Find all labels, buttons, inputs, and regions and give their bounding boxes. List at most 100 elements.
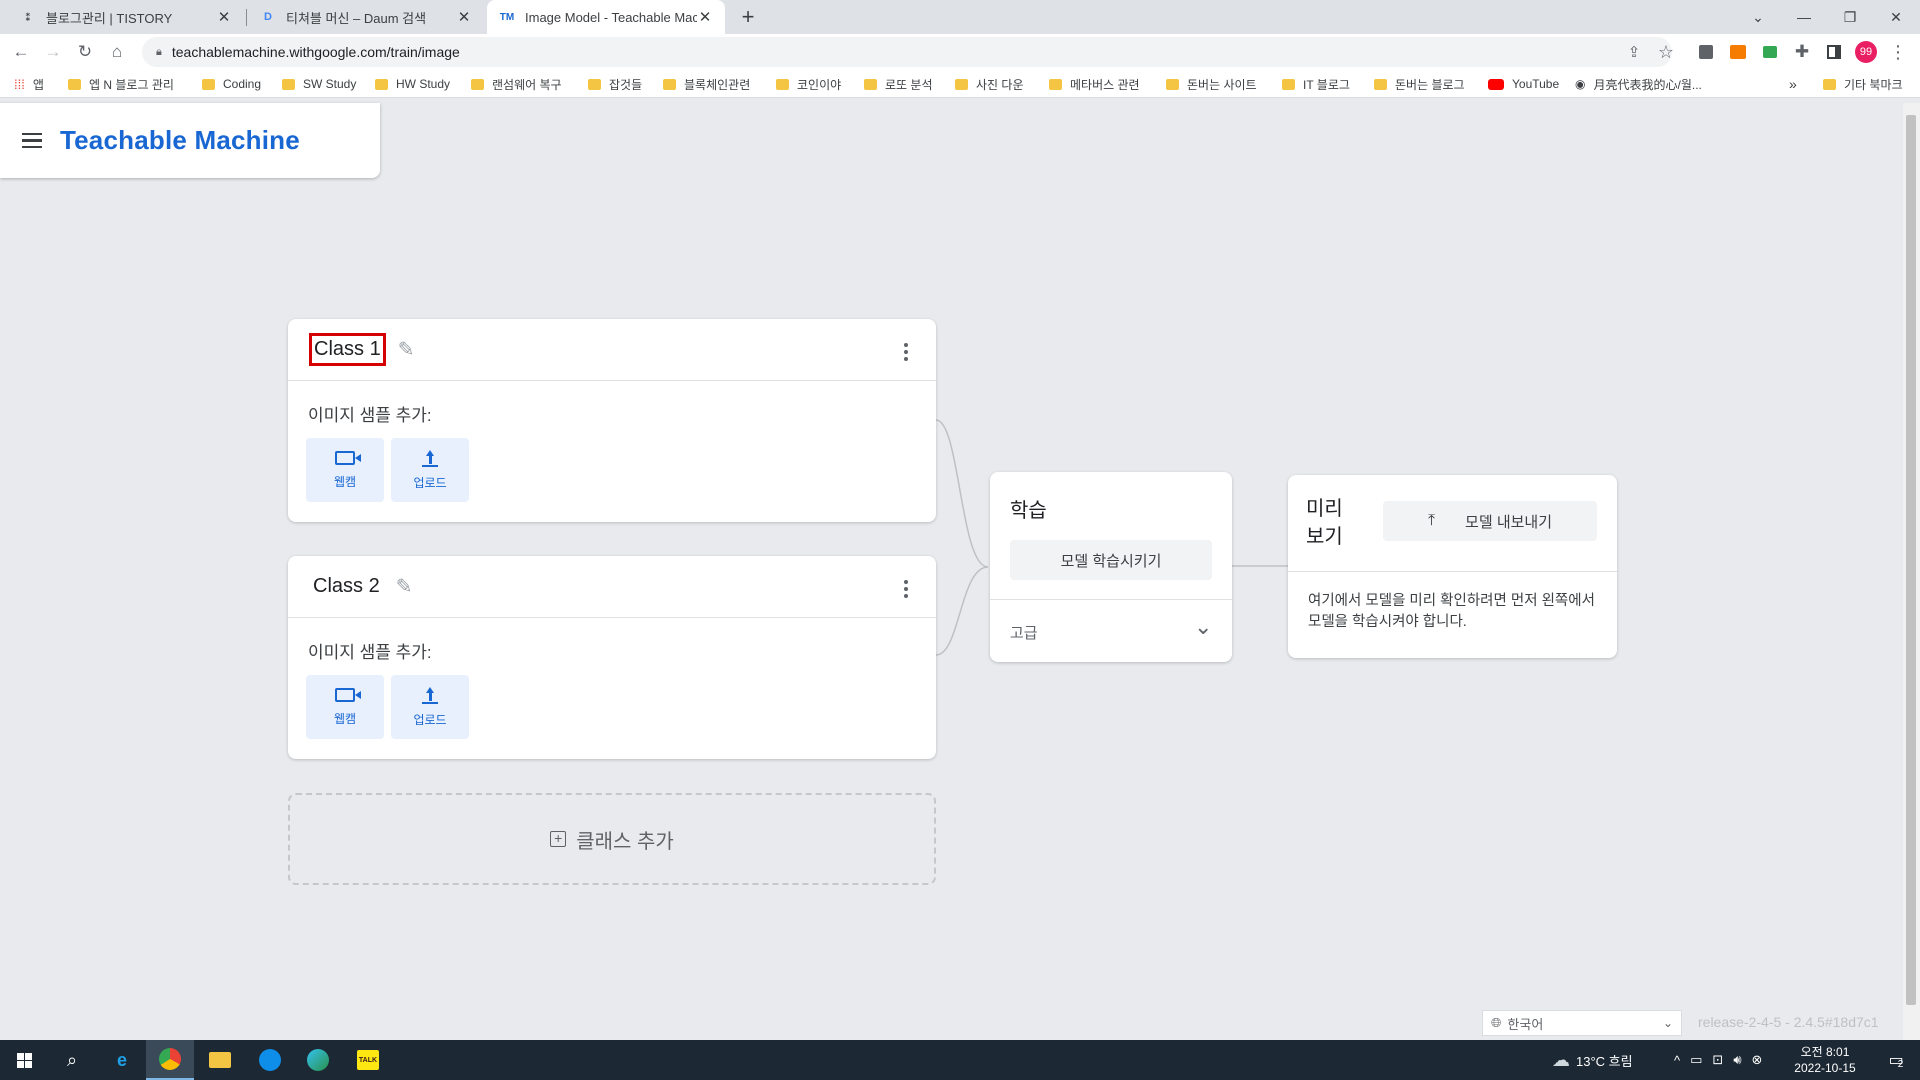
chevron-down-icon: ⌄ (1194, 614, 1213, 639)
extension-2-icon[interactable] (1726, 40, 1750, 64)
app-logo[interactable]: Teachable Machine (60, 125, 300, 156)
bookmark-folder[interactable]: Coding (202, 70, 261, 98)
close-tab-icon[interactable]: ✕ (697, 8, 713, 26)
url-text: teachablemachine.withgoogle.com/train/im… (171, 44, 460, 60)
kakaotalk-icon[interactable]: TALK (344, 1040, 392, 1080)
teamviewer-icon[interactable] (246, 1040, 294, 1080)
bookmark-folder[interactable]: HW Study (375, 70, 450, 98)
weather-widget[interactable]: ☁ 13°C 흐림 (1552, 1040, 1633, 1080)
tab-daum-search[interactable]: D 티쳐블 머신 – Daum 검색 ✕ (248, 0, 484, 34)
release-version: release-2-4-5 - 2.4.5#18d7c1 (1698, 1014, 1879, 1030)
pencil-edit-icon[interactable]: ✎ (396, 574, 413, 599)
notifications-icon[interactable]: ▭ 2 (1876, 1040, 1916, 1080)
display-icon[interactable]: ▭ (1690, 1052, 1702, 1068)
language-select[interactable]: 🌐︎ 한국어 ⌄ (1482, 1010, 1682, 1036)
tab-teachable-machine[interactable]: TM Image Model - Teachable Mach ✕ (487, 0, 725, 34)
bookmark-star-icon[interactable]: ☆ (1654, 40, 1678, 64)
windows-taskbar: ⌕ e TALK ☁ 13°C 흐림 ^ ▭ ⊡ 🔊︎ ⊗ 오전 8:01 20… (0, 1040, 1920, 1080)
bookmark-apps[interactable]: ⁞⁞⁞ 앱 (14, 70, 44, 98)
extensions-puzzle-icon[interactable]: ✚ (1790, 40, 1814, 64)
forward-icon[interactable]: → (41, 40, 65, 64)
webcam-button[interactable]: 웹캠 (306, 438, 384, 502)
connector-class1 (935, 419, 989, 568)
new-tab-icon[interactable]: + (736, 4, 760, 29)
side-panel-icon[interactable] (1822, 40, 1846, 64)
upload-icon (421, 686, 439, 705)
tab-search-icon[interactable]: ⌄ (1735, 0, 1781, 34)
scrollbar-thumb[interactable] (1906, 115, 1916, 1005)
bookmark-folder[interactable]: 랜섬웨어 복구 (471, 70, 562, 98)
folder-icon (375, 78, 388, 90)
other-bookmarks-folder[interactable]: 기타 북마크 (1823, 70, 1903, 98)
browser-menu-icon[interactable]: ⋮ (1886, 40, 1910, 64)
class-name-field[interactable]: Class 1 (309, 333, 386, 366)
chevron-up-icon[interactable]: ^ (1674, 1053, 1680, 1068)
bookmarks-overflow-button[interactable]: » (1789, 70, 1797, 98)
back-icon[interactable]: ← (9, 40, 33, 64)
advanced-toggle[interactable]: 고급 ⌄ (990, 600, 1232, 660)
extension-3-icon[interactable] (1758, 40, 1782, 64)
restore-icon[interactable]: ❐ (1827, 0, 1873, 34)
bookmark-link[interactable]: ◉ 月亮代表我的心/월... (1575, 70, 1702, 98)
class-card-1: Class 1 ✎ 이미지 샘플 추가: 웹캠 업로드 (288, 319, 936, 522)
more-options-icon[interactable] (904, 343, 908, 361)
webcam-icon (335, 450, 361, 465)
bookmark-folder[interactable]: IT 블로그 (1282, 70, 1350, 98)
tab-tistory[interactable]: ⁑ 블로그관리 | TISTORY ✕ (8, 0, 244, 34)
bookmark-folder[interactable]: 블록체인관련 (663, 70, 750, 98)
status-icon[interactable]: ⊗ (1752, 1052, 1763, 1068)
bookmark-folder[interactable]: 로또 분석 (864, 70, 933, 98)
share-icon[interactable]: ⇪ (1622, 40, 1646, 64)
close-tab-icon[interactable]: ✕ (456, 8, 472, 26)
reload-icon[interactable]: ↻ (73, 40, 97, 64)
profile-avatar[interactable]: 99 (1854, 40, 1878, 64)
bookmark-folder[interactable]: 돈버는 블로그 (1374, 70, 1465, 98)
network-icon[interactable]: ⊡ (1712, 1052, 1723, 1068)
file-explorer-icon[interactable] (196, 1040, 244, 1080)
folder-icon (1049, 78, 1062, 90)
bookmark-youtube[interactable]: YouTube (1488, 70, 1559, 98)
tab-title: 티쳐블 머신 – Daum 검색 (286, 10, 427, 26)
folder-icon (955, 78, 968, 90)
bookmark-folder[interactable]: SW Study (282, 70, 356, 98)
globe-icon: 🌐︎ (1491, 1015, 1502, 1030)
hamburger-menu-icon[interactable] (22, 127, 50, 155)
add-class-button[interactable]: + 클래스 추가 (288, 793, 936, 885)
windows-start-icon[interactable] (0, 1040, 48, 1080)
training-card: 학습 모델 학습시키기 고급 ⌄ (990, 472, 1232, 662)
browser-toolbar: ← → ↻ ⌂ 🔒︎ teachablemachine.withgoogle.c… (0, 34, 1920, 70)
bookmark-folder[interactable]: 메타버스 관련 (1049, 70, 1140, 98)
chrome-icon[interactable] (146, 1040, 194, 1080)
search-icon[interactable]: ⌕ (48, 1040, 96, 1080)
extension-1-icon[interactable] (1694, 40, 1718, 64)
folder-icon (776, 78, 789, 90)
folder-icon (282, 78, 295, 90)
pencil-edit-icon[interactable]: ✎ (398, 337, 415, 362)
class-card-2: Class 2 ✎ 이미지 샘플 추가: 웹캠 업로드 (288, 556, 936, 759)
class-name-field[interactable]: Class 2 (309, 571, 384, 602)
bookmark-folder[interactable]: 사진 다운 (955, 70, 1024, 98)
edge-icon[interactable] (294, 1040, 342, 1080)
home-icon[interactable]: ⌂ (105, 40, 129, 64)
minimize-icon[interactable]: — (1781, 0, 1827, 34)
close-window-icon[interactable]: ✕ (1873, 0, 1919, 34)
upload-button[interactable]: 업로드 (391, 675, 469, 739)
webcam-button[interactable]: 웹캠 (306, 675, 384, 739)
clock[interactable]: 오전 8:01 2022-10-15 (1790, 1040, 1860, 1080)
bookmark-folder[interactable]: 돈버는 사이트 (1166, 70, 1257, 98)
bookmark-folder[interactable]: 코인이야 (776, 70, 841, 98)
export-model-button[interactable]: ⤒ 모델 내보내기 (1383, 501, 1597, 541)
upload-arrow-icon: ⤒ (1427, 512, 1436, 529)
upload-button[interactable]: 업로드 (391, 438, 469, 502)
more-options-icon[interactable] (904, 580, 908, 598)
address-bar[interactable]: 🔒︎ teachablemachine.withgoogle.com/train… (142, 37, 1672, 67)
bookmark-folder[interactable]: 잡것들 (588, 70, 642, 98)
internet-explorer-icon[interactable]: e (98, 1040, 146, 1080)
training-title: 학습 (1010, 500, 1047, 522)
volume-icon[interactable]: 🔊︎ (1733, 1052, 1741, 1068)
add-samples-label: 이미지 샘플 추가: (308, 406, 432, 425)
train-model-button[interactable]: 모델 학습시키기 (1010, 540, 1212, 580)
close-tab-icon[interactable]: ✕ (216, 8, 232, 26)
bookmark-folder[interactable]: 엡 N 블로그 관리 (68, 70, 174, 98)
upload-icon (421, 449, 439, 468)
